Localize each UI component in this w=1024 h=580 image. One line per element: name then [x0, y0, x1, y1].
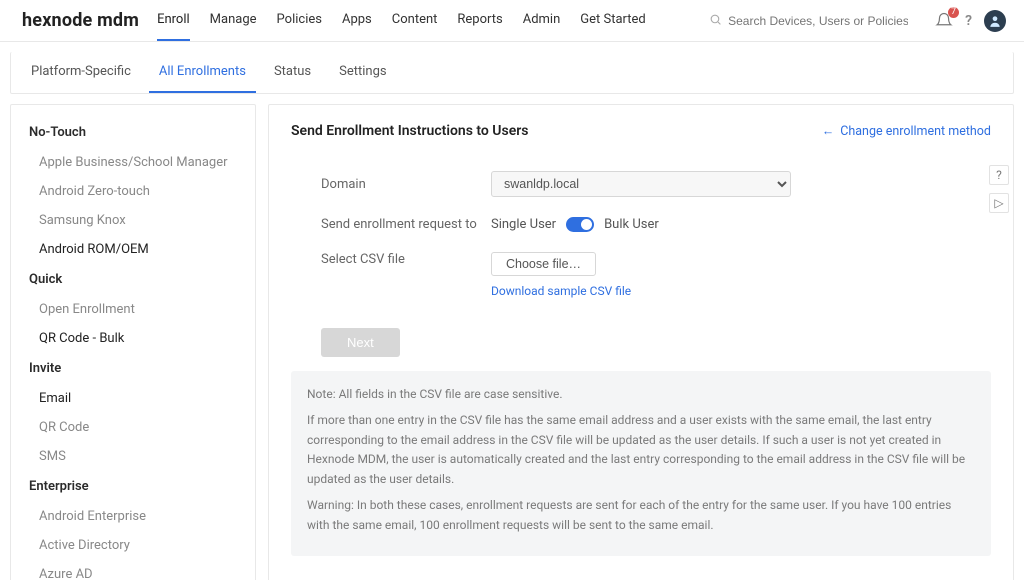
notification-icon[interactable]: 7	[935, 12, 953, 30]
notification-badge: 7	[948, 7, 959, 18]
single-user-label: Single User	[491, 217, 556, 232]
sidebar-item-romoem[interactable]: Android ROM/OEM	[17, 235, 249, 264]
topnav-policies[interactable]: Policies	[277, 0, 322, 41]
subnav: Platform-Specific All Enrollments Status…	[10, 52, 1014, 94]
search-input[interactable]	[728, 14, 908, 28]
sidebar-item-ad[interactable]: Active Directory	[17, 531, 249, 560]
topnav-apps[interactable]: Apps	[342, 0, 372, 41]
row-csv: Select CSV file Choose file… Download sa…	[321, 242, 991, 308]
help-rail-icon[interactable]: ?	[989, 165, 1009, 185]
subnav-settings[interactable]: Settings	[329, 52, 396, 93]
avatar[interactable]	[984, 10, 1006, 32]
sidebar-item-knox[interactable]: Samsung Knox	[17, 206, 249, 235]
top-icons: 7 ?	[935, 10, 1006, 32]
topnav-getstarted[interactable]: Get Started	[580, 0, 645, 41]
subnav-platform-specific[interactable]: Platform-Specific	[21, 52, 141, 93]
sidebar-heading-notouch: No-Touch	[17, 117, 249, 148]
play-rail-icon[interactable]: ▷	[989, 193, 1009, 213]
sidebar-item-qrbulk[interactable]: QR Code - Bulk	[17, 324, 249, 353]
change-enrollment-label: Change enrollment method	[840, 124, 991, 139]
sidebar-item-qrcode[interactable]: QR Code	[17, 413, 249, 442]
label-domain: Domain	[321, 177, 491, 192]
float-rail: ? ▷	[989, 165, 1009, 213]
note-line-2: If more than one entry in the CSV file h…	[307, 411, 975, 490]
sidebar-heading-quick: Quick	[17, 264, 249, 295]
bulk-user-label: Bulk User	[604, 217, 659, 232]
topnav-manage[interactable]: Manage	[210, 0, 257, 41]
sidebar-item-sms[interactable]: SMS	[17, 442, 249, 471]
subnav-status[interactable]: Status	[264, 52, 321, 93]
download-sample-link[interactable]: Download sample CSV file	[491, 284, 631, 298]
sidebar-item-openenroll[interactable]: Open Enrollment	[17, 295, 249, 324]
sidebar-heading-enterprise: Enterprise	[17, 471, 249, 502]
choose-file-button[interactable]: Choose file…	[491, 252, 596, 276]
row-sendto: Send enrollment request to Single User B…	[321, 207, 991, 242]
sidebar: No-Touch Apple Business/School Manager A…	[10, 104, 256, 580]
search-wrap	[709, 11, 919, 30]
main-panel: Send Enrollment Instructions to Users Ch…	[268, 104, 1014, 580]
topnav-enroll[interactable]: Enroll	[157, 0, 190, 41]
topbar: hexnode mdm Enroll Manage Policies Apps …	[0, 0, 1024, 42]
search-icon	[709, 11, 722, 30]
change-enrollment-link[interactable]: Change enrollment method	[822, 124, 991, 139]
sidebar-item-ae[interactable]: Android Enterprise	[17, 502, 249, 531]
note-box: Note: All fields in the CSV file are cas…	[291, 371, 991, 556]
next-button[interactable]: Next	[321, 328, 400, 357]
domain-select[interactable]: swanldp.local	[491, 171, 791, 197]
sidebar-item-email[interactable]: Email	[17, 384, 249, 413]
brand-logo: hexnode mdm	[22, 10, 139, 31]
topnav: Enroll Manage Policies Apps Content Repo…	[157, 0, 709, 41]
topnav-admin[interactable]: Admin	[523, 0, 561, 41]
content: No-Touch Apple Business/School Manager A…	[0, 94, 1024, 580]
sidebar-heading-invite: Invite	[17, 353, 249, 384]
row-domain: Domain swanldp.local	[321, 161, 991, 207]
note-line-1: Note: All fields in the CSV file are cas…	[307, 385, 975, 405]
subnav-all-enrollments[interactable]: All Enrollments	[149, 52, 256, 93]
topnav-reports[interactable]: Reports	[457, 0, 502, 41]
sidebar-item-azuread[interactable]: Azure AD	[17, 560, 249, 580]
page-title: Send Enrollment Instructions to Users	[291, 123, 528, 139]
sidebar-item-abm[interactable]: Apple Business/School Manager	[17, 148, 249, 177]
topnav-content[interactable]: Content	[392, 0, 438, 41]
arrow-left-icon	[822, 124, 835, 139]
label-sendto: Send enrollment request to	[321, 217, 491, 232]
user-mode-toggle[interactable]	[566, 217, 594, 232]
note-line-3: Warning: In both these cases, enrollment…	[307, 496, 975, 536]
sidebar-item-zerotouch[interactable]: Android Zero-touch	[17, 177, 249, 206]
main-header: Send Enrollment Instructions to Users Ch…	[291, 123, 991, 139]
label-csv: Select CSV file	[321, 252, 491, 267]
help-icon[interactable]: ?	[965, 13, 972, 29]
